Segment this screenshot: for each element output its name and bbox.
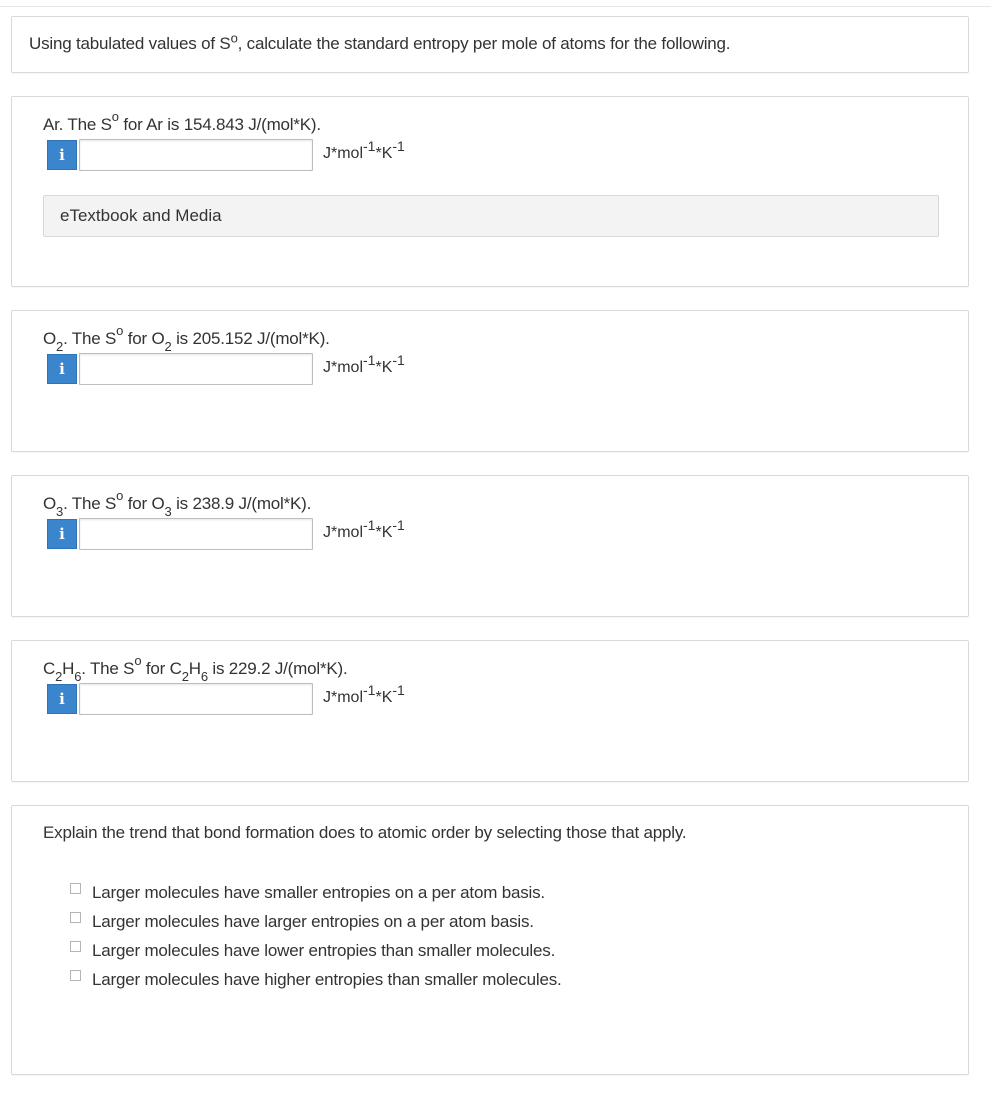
q-prefix: O — [43, 494, 57, 513]
trend-option[interactable]: Larger molecules have larger entropies o… — [70, 907, 562, 936]
unit-base: J*mol — [323, 524, 364, 541]
unit-mid: *K — [375, 359, 393, 376]
q-species: O — [151, 329, 165, 348]
trend-options-list: Larger molecules have smaller entropies … — [70, 878, 562, 994]
answer-input-c2h6[interactable] — [79, 683, 313, 715]
q-value-text: is 154.843 J/(mol*K). — [162, 115, 321, 134]
q-middle: . The S — [63, 329, 117, 348]
intro-text: Using tabulated values of So, calculate … — [29, 31, 731, 54]
trend-option-label[interactable]: Larger molecules have smaller entropies … — [92, 883, 545, 903]
intro-text-pre: Using tabulated values of S — [29, 34, 231, 53]
checkbox[interactable] — [70, 970, 81, 981]
etextbook-media-button[interactable]: eTextbook and Media — [43, 195, 939, 237]
trend-option[interactable]: Larger molecules have smaller entropies … — [70, 878, 562, 907]
unit-exp2: -1 — [392, 351, 405, 368]
q-value-text: is 205.152 J/(mol*K). — [171, 329, 330, 348]
q-sup: o — [111, 109, 119, 125]
q-prefix: Ar — [43, 115, 59, 134]
unit-label: J*mol-1*K-1 — [323, 518, 405, 542]
q-value-text: is 238.9 J/(mol*K). — [171, 494, 312, 513]
checkbox[interactable] — [70, 883, 81, 894]
unit-label: J*mol-1*K-1 — [323, 683, 405, 707]
info-icon[interactable]: i — [47, 140, 77, 170]
unit-mid: *K — [375, 145, 393, 162]
unit-exp2: -1 — [392, 137, 405, 154]
top-divider — [0, 6, 991, 7]
q-sup: o — [134, 653, 142, 669]
intro-text-post: , calculate the standard entropy per mol… — [237, 34, 731, 53]
intro-superscript: o — [230, 30, 238, 46]
q-prefix: C — [43, 659, 56, 678]
q-prefix-tail: H — [62, 659, 75, 678]
q-species-tail: H — [188, 659, 201, 678]
question-panel-ar: Ar. The So for Ar is 154.843 J/(mol*K). … — [11, 96, 969, 287]
q-prefix-sub: 2 — [56, 339, 64, 355]
q-middle: . The S — [63, 494, 117, 513]
trend-prompt: Explain the trend that bond formation do… — [43, 823, 687, 842]
unit-label: J*mol-1*K-1 — [323, 353, 405, 377]
q-middle: . The S — [58, 115, 112, 134]
trend-option[interactable]: Larger molecules have higher entropies t… — [70, 965, 562, 994]
q-for: for — [123, 329, 152, 348]
trend-option-label[interactable]: Larger molecules have higher entropies t… — [92, 970, 562, 990]
checkbox[interactable] — [70, 912, 81, 923]
unit-exp2: -1 — [392, 516, 405, 533]
unit-label: J*mol-1*K-1 — [323, 139, 405, 163]
q-middle: . The S — [81, 659, 135, 678]
q-for: for — [141, 659, 170, 678]
unit-mid: *K — [375, 524, 393, 541]
unit-exp1: -1 — [363, 516, 376, 533]
q-sup: o — [116, 323, 124, 339]
unit-base: J*mol — [323, 689, 364, 706]
q-prefix: O — [43, 329, 57, 348]
question-text-o3: O3. The So for O3 is 238.9 J/(mol*K). — [43, 489, 312, 518]
info-icon[interactable]: i — [47, 684, 77, 714]
q-species: C — [169, 659, 182, 678]
q-for: for — [123, 494, 152, 513]
checkbox[interactable] — [70, 941, 81, 952]
unit-exp1: -1 — [363, 351, 376, 368]
unit-exp2: -1 — [392, 681, 405, 698]
trend-panel: Explain the trend that bond formation do… — [11, 805, 969, 1075]
unit-mid: *K — [375, 689, 393, 706]
question-text-o2: O2. The So for O2 is 205.152 J/(mol*K). — [43, 324, 330, 353]
unit-base: J*mol — [323, 145, 364, 162]
answer-input-ar[interactable] — [79, 139, 313, 171]
info-icon[interactable]: i — [47, 354, 77, 384]
question-panel-o3: O3. The So for O3 is 238.9 J/(mol*K). i … — [11, 475, 969, 617]
question-panel-c2h6: C2H6. The So for C2H6 is 229.2 J/(mol*K)… — [11, 640, 969, 782]
q-sup: o — [116, 488, 124, 504]
unit-exp1: -1 — [363, 681, 376, 698]
answer-input-o2[interactable] — [79, 353, 313, 385]
q-species: Ar — [146, 115, 163, 134]
q-species: O — [151, 494, 165, 513]
q-for: for — [118, 115, 147, 134]
question-panel-o2: O2. The So for O2 is 205.152 J/(mol*K). … — [11, 310, 969, 452]
info-icon[interactable]: i — [47, 519, 77, 549]
question-text-ar: Ar. The So for Ar is 154.843 J/(mol*K). — [43, 110, 321, 135]
unit-exp1: -1 — [363, 137, 376, 154]
q-prefix-sub: 3 — [56, 504, 64, 520]
trend-option[interactable]: Larger molecules have lower entropies th… — [70, 936, 562, 965]
trend-option-label[interactable]: Larger molecules have lower entropies th… — [92, 941, 555, 961]
question-text-c2h6: C2H6. The So for C2H6 is 229.2 J/(mol*K)… — [43, 654, 348, 683]
q-prefix-sub: 2 — [55, 669, 63, 685]
intro-panel: Using tabulated values of So, calculate … — [11, 16, 969, 73]
q-value-text: is 229.2 J/(mol*K). — [207, 659, 348, 678]
answer-input-o3[interactable] — [79, 518, 313, 550]
trend-option-label[interactable]: Larger molecules have larger entropies o… — [92, 912, 534, 932]
unit-base: J*mol — [323, 359, 364, 376]
